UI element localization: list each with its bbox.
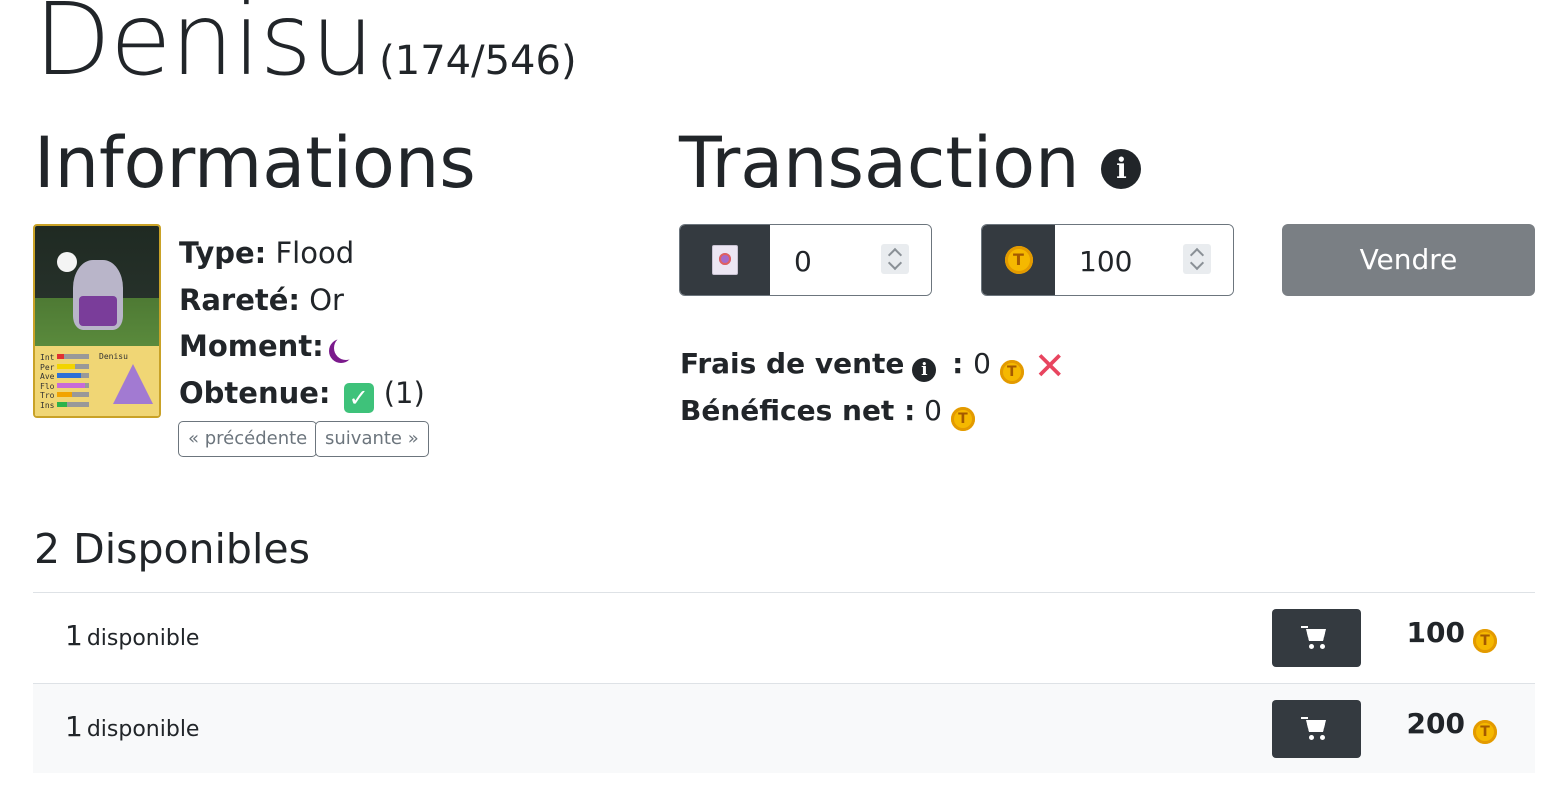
- transaction-heading-row: Transaction i: [679, 122, 1142, 204]
- type-value: Flood: [275, 236, 355, 270]
- quantity-input-group: 0: [679, 224, 932, 296]
- card-stat-label: Tro: [40, 391, 55, 400]
- coin-icon: T: [1473, 629, 1497, 653]
- type-label: Type:: [179, 236, 267, 270]
- row-qty-number: 1: [65, 710, 83, 743]
- card-quantity-addon: [680, 225, 770, 295]
- card-stat-bar: [57, 392, 90, 397]
- fees-value: 0: [973, 347, 991, 380]
- cart-icon-body: [1306, 629, 1326, 641]
- profit-line: Bénéfices net : 0 T: [680, 387, 1066, 434]
- card-stat-row: Tro: [40, 391, 90, 401]
- card-stat-row: Int: [40, 353, 90, 363]
- fees-line: Frais de vente i : 0 T ✕: [680, 340, 1066, 387]
- card-stat-row: Ave: [40, 372, 90, 382]
- price-input[interactable]: 100: [1055, 225, 1233, 295]
- row-price: 200 T: [1407, 707, 1497, 744]
- rarity-label: Rareté:: [179, 282, 300, 317]
- check-mark-icon: ✓: [343, 382, 374, 413]
- fees-separator: :: [942, 347, 974, 380]
- crescent-moon-icon: [334, 336, 358, 360]
- card-stat-row: Per: [40, 362, 90, 373]
- coin-icon: T: [950, 407, 975, 431]
- card-illustration: [35, 226, 159, 346]
- cross-mark-icon: ✕: [1033, 344, 1066, 388]
- collection-count: (174/546): [379, 38, 577, 84]
- card-stat-bar: [57, 354, 90, 359]
- row-qty-unit: disponible: [86, 626, 200, 651]
- coin-icon: T: [999, 360, 1024, 384]
- quantity-input[interactable]: 0: [770, 225, 931, 295]
- table-row: 1 disponible 100 T: [33, 592, 1535, 682]
- cart-icon: [1301, 626, 1308, 628]
- row-price: 100 T: [1407, 616, 1497, 653]
- card-stat-bar: [57, 382, 90, 388]
- card-stat-row: Ins: [40, 400, 90, 411]
- character-sprite: [73, 260, 123, 330]
- card-stat-label: Per: [40, 362, 55, 372]
- card-stat-label: Ins: [40, 400, 55, 410]
- type-line: Type: Flood: [179, 230, 425, 277]
- table-row: 1 disponible 200 T: [33, 683, 1535, 773]
- profit-label: Bénéfices net :: [680, 394, 916, 427]
- profit-value: 0: [924, 394, 942, 427]
- moment-line: Moment:: [179, 323, 425, 370]
- row-quantity: 1 disponible: [65, 619, 199, 652]
- card-stat-bar: [57, 363, 90, 369]
- obtained-count: (1): [383, 375, 425, 410]
- cart-icon-wheel: [1320, 644, 1325, 649]
- previous-card-button[interactable]: « précédente: [178, 421, 318, 457]
- card-stat-row: Flo: [40, 381, 90, 392]
- cart-icon-wheel: [1309, 735, 1314, 740]
- price-value: 100: [1079, 245, 1133, 278]
- buy-button[interactable]: [1272, 700, 1361, 758]
- obtained-label: Obtenue:: [179, 375, 331, 410]
- card-stat-label: Ave: [40, 372, 55, 381]
- available-heading: 2 Disponibles: [34, 525, 310, 573]
- coin-icon: T: [1473, 720, 1497, 744]
- card-thumbnail-icon: [712, 245, 738, 275]
- row-quantity: 1 disponible: [65, 710, 199, 743]
- card-image: Int Per Ave Flo Tro Ins Denisu: [33, 224, 161, 418]
- row-price-value: 200: [1406, 707, 1465, 740]
- moment-label: Moment:: [179, 329, 324, 363]
- card-stats-panel: Int Per Ave Flo Tro Ins Denisu: [35, 346, 159, 416]
- price-addon: T: [982, 225, 1055, 295]
- transaction-heading: Transaction: [679, 122, 1080, 204]
- cart-icon-wheel: [1320, 735, 1325, 740]
- card-stat-label: Int: [40, 353, 55, 362]
- info-icon[interactable]: i: [1101, 149, 1142, 189]
- card-stat-bar: [57, 401, 90, 407]
- price-spinner[interactable]: [1183, 244, 1211, 274]
- cart-icon-body: [1306, 720, 1326, 732]
- quantity-spinner[interactable]: [881, 244, 909, 274]
- card-stat-label: Flo: [40, 381, 55, 391]
- sell-button[interactable]: Vendre: [1282, 224, 1535, 296]
- obtained-line: Obtenue: ✓ (1): [179, 370, 425, 417]
- buy-button[interactable]: [1272, 609, 1361, 667]
- card-stats-name: Denisu: [99, 352, 128, 361]
- page-title: Denisu (174/546): [34, 0, 577, 90]
- fees-label: Frais de vente: [680, 347, 905, 380]
- card-stat-bar: [57, 373, 90, 378]
- rarity-value: Or: [309, 282, 344, 317]
- row-qty-unit: disponible: [86, 717, 200, 742]
- next-card-button[interactable]: suivante »: [315, 421, 429, 457]
- cart-icon-wheel: [1309, 644, 1314, 649]
- rarity-line: Rareté: Or: [179, 277, 425, 324]
- informations-heading: Informations: [34, 122, 476, 204]
- fees-info-icon[interactable]: i: [912, 358, 937, 382]
- row-price-value: 100: [1406, 616, 1465, 649]
- coin-icon: T: [1004, 246, 1033, 274]
- moon-shape: [57, 252, 77, 272]
- row-qty-number: 1: [65, 619, 83, 652]
- fees-summary: Frais de vente i : 0 T ✕ Bénéfices net : 0…: [680, 340, 1066, 434]
- quantity-value: 0: [794, 245, 812, 278]
- cart-icon: [1301, 717, 1308, 719]
- card-name: Denisu: [34, 0, 374, 98]
- price-input-group: T 100: [981, 224, 1234, 296]
- card-stats: Int Per Ave Flo Tro Ins: [40, 353, 90, 411]
- flood-type-logo: [113, 364, 153, 404]
- card-details: Type: Flood Rareté: Or Moment: Obtenue: …: [179, 230, 425, 416]
